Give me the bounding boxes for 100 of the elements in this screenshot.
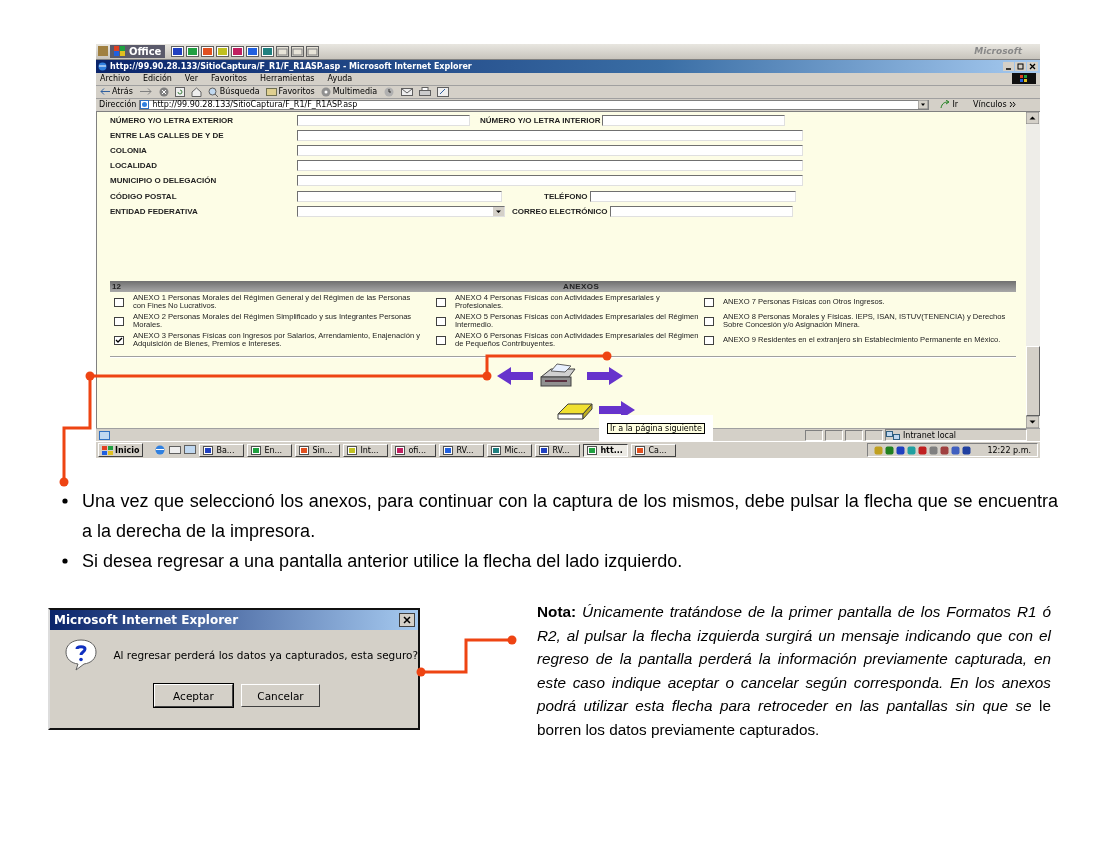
taskbar-button[interactable]: ofi... <box>391 443 437 457</box>
field-label: CORREO ELECTRÓNICO <box>512 206 608 216</box>
search-icon <box>207 86 218 97</box>
refresh-icon[interactable] <box>174 86 185 97</box>
menu-item[interactable]: Favoritos <box>210 74 248 84</box>
dialog-title: Microsoft Internet Explorer <box>54 613 239 627</box>
bullet-icon <box>62 498 68 504</box>
print-icon[interactable] <box>419 86 432 97</box>
edit-icon[interactable] <box>437 86 450 97</box>
back-button[interactable]: Atrás <box>100 87 133 97</box>
app-icon[interactable] <box>261 45 275 57</box>
app-icon[interactable] <box>216 45 230 57</box>
links-button[interactable]: Vínculos <box>973 100 1016 110</box>
app-icon[interactable] <box>246 45 260 57</box>
input-field[interactable] <box>609 205 793 217</box>
bullet-text: Si desea regresar a una pantalla anterior utilice la flecha del lado izquierdo. <box>82 550 683 573</box>
taskbar-button[interactable]: En... <box>247 443 293 457</box>
app-icon[interactable] <box>201 45 215 57</box>
checkbox[interactable] <box>436 316 446 326</box>
mail-icon[interactable] <box>401 86 414 97</box>
field-label: MUNICIPIO O DELEGACIÓN <box>110 176 218 186</box>
window-icon <box>395 445 406 455</box>
checkbox[interactable] <box>704 297 714 307</box>
stop-icon[interactable] <box>158 86 169 97</box>
checkbox[interactable] <box>704 316 714 326</box>
go-button[interactable]: Ir <box>940 100 959 110</box>
window-title: http://99.90.28.133/SitioCaptura/F_R1/F_R1ASP.asp - Microsoft Internet Explorer <box>110 61 472 71</box>
input-field[interactable] <box>602 114 786 126</box>
status-panel <box>825 429 843 441</box>
field-label: ENTRE LAS CALLES DE Y DE <box>110 130 225 140</box>
windows-logo-icon <box>1012 73 1036 85</box>
scroll-down-icon[interactable] <box>1026 416 1039 429</box>
scrollbar[interactable] <box>1026 111 1040 429</box>
folder-icon[interactable] <box>276 45 290 57</box>
dialog-button[interactable]: Cancelar <box>241 684 320 707</box>
taskbar-button[interactable]: Sin... <box>295 443 341 457</box>
taskbar-button[interactable]: Int... <box>343 443 389 457</box>
minimize-icon[interactable] <box>1003 61 1014 71</box>
checkbox[interactable] <box>436 335 446 345</box>
input-field[interactable] <box>297 175 803 187</box>
menu-item[interactable]: Ayuda <box>327 74 353 84</box>
scroll-up-icon[interactable] <box>1026 111 1039 124</box>
home-icon[interactable] <box>190 86 202 97</box>
checkbox[interactable] <box>114 297 124 307</box>
back-arrow-icon[interactable] <box>497 365 533 386</box>
taskbar-button[interactable]: Mic... <box>487 443 533 457</box>
status-panel <box>865 429 883 441</box>
zone-status: Intranet local <box>885 429 1027 442</box>
checkbox[interactable] <box>114 316 124 326</box>
menu-item[interactable]: Edición <box>142 74 172 84</box>
field-label: COLONIA <box>110 146 148 155</box>
taskbar-button[interactable]: Ca... <box>631 443 677 457</box>
input-field[interactable] <box>297 114 470 126</box>
page-icon <box>140 100 150 110</box>
taskbar-button[interactable]: htt... <box>583 443 629 457</box>
app-icon[interactable] <box>186 45 200 57</box>
menu-item[interactable]: Archivo <box>100 74 130 84</box>
input-field[interactable] <box>297 129 803 141</box>
ie-icon <box>98 61 107 71</box>
close-icon[interactable] <box>1027 61 1038 71</box>
field-label: NÚMERO Y/O LETRA EXTERIOR <box>110 115 235 125</box>
menu-item[interactable]: Herramientas <box>260 74 315 84</box>
bullet-text: Una vez que seleccionó los anexos, para continuar con la captura de los mismos, debe pulsar la flecha que se encuentra a la derecha de la impresora. <box>82 490 1058 543</box>
note-text: Nota: Únicamente tratándose de la primer pantalla de los Formatos R1 ó R2, al pulsar la flecha izquierda surgirá un mensaje indicando que con el regreso de la pantalla perderá la información previamente capturada, en este caso indique aceptar o cancelar según corresponda. En los anexos podrá utilizar esta flecha para retroceder en las pantallas sin que se le borren los datos previamente capturados. <box>537 602 1051 740</box>
forward-arrow-icon[interactable] <box>587 365 623 386</box>
checkbox[interactable] <box>704 335 714 345</box>
history-icon[interactable] <box>383 86 396 97</box>
taskbar-button[interactable]: RV... <box>535 443 581 457</box>
dropdown-icon <box>493 206 504 216</box>
ie-icon[interactable] <box>154 445 167 456</box>
input-field[interactable] <box>297 145 803 156</box>
close-icon[interactable] <box>399 613 415 627</box>
folder-icon[interactable] <box>306 45 320 57</box>
checkbox[interactable] <box>114 335 124 345</box>
input-field[interactable] <box>589 190 796 202</box>
dialog-button[interactable]: Aceptar <box>154 684 233 707</box>
address-field[interactable]: http://99.90.28.133/SitioCaptura/F_R1/F_R1ASP.asp <box>139 99 930 110</box>
restore-icon[interactable] <box>1015 61 1026 71</box>
start-button[interactable]: Inicio <box>98 443 144 458</box>
favorites-button[interactable]: Favoritos <box>265 87 315 97</box>
desktop-icon[interactable] <box>184 445 197 456</box>
folder-icon[interactable] <box>291 45 305 57</box>
folder-icon <box>265 87 277 97</box>
app-icon[interactable] <box>171 45 185 57</box>
dropdown-icon[interactable] <box>918 100 929 110</box>
menu-item[interactable]: Ver <box>184 74 198 84</box>
app-icon[interactable] <box>231 45 245 57</box>
select-field[interactable] <box>297 205 505 217</box>
mail-icon[interactable] <box>169 445 182 456</box>
taskbar-button[interactable]: RV... <box>439 443 485 457</box>
input-field[interactable] <box>297 190 502 202</box>
address-value: http://99.90.28.133/SitioCaptura/F_R1/F_R1ASP.asp <box>152 100 358 110</box>
checkbox[interactable] <box>436 297 446 307</box>
office-title[interactable]: Office <box>110 44 166 58</box>
search-button[interactable]: Búsqueda <box>207 86 260 97</box>
media-button[interactable]: Multimedia <box>320 86 378 97</box>
taskbar-button[interactable]: Ba... <box>199 443 245 457</box>
input-field[interactable] <box>297 160 803 172</box>
connector-dot <box>482 371 492 381</box>
media-icon <box>320 86 331 97</box>
